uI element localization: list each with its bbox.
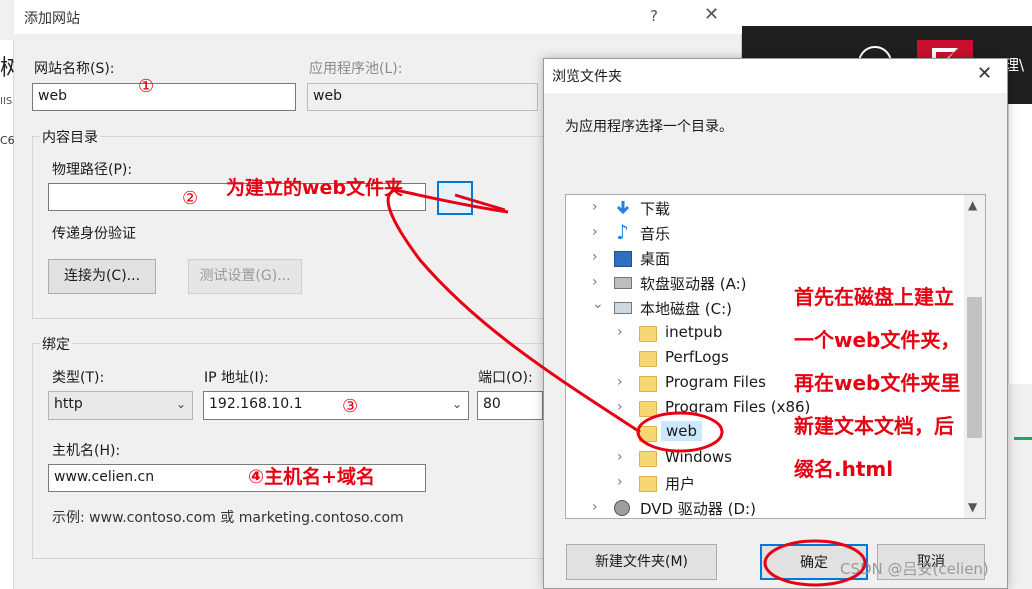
annotation-side-line: 首先在磁盘上建立 bbox=[794, 285, 954, 309]
watermark-text: CSDN @吕安(celien) bbox=[840, 560, 989, 578]
expand-icon[interactable]: › bbox=[617, 374, 623, 390]
tree-item-label: 下载 bbox=[640, 200, 671, 218]
expand-icon[interactable]: › bbox=[592, 274, 598, 290]
scroll-down-icon[interactable]: ▼ bbox=[968, 500, 977, 514]
background-left-c6: C6 bbox=[0, 134, 15, 147]
folder-icon bbox=[639, 401, 657, 417]
app-pool-field: web bbox=[307, 83, 538, 111]
browse-title: 浏览文件夹 bbox=[552, 69, 622, 85]
background-left-iis: IIS bbox=[0, 96, 13, 107]
annotation-side-note: 首先在磁盘上建立 一个web文件夹， 再在web文件夹里 新建文本文档，后 缀名… bbox=[794, 276, 960, 491]
test-settings-button[interactable]: 测试设置(G)... bbox=[188, 259, 302, 294]
annotation-note-2: 为建立的web文件夹 bbox=[226, 177, 404, 199]
floppy-icon bbox=[614, 277, 632, 289]
background-green-indicator bbox=[1014, 437, 1032, 440]
tree-item-downloads[interactable]: › 下载 bbox=[592, 197, 952, 221]
tree-item-label: 软盘驱动器 (A:) bbox=[640, 275, 747, 293]
expand-icon[interactable]: › bbox=[592, 499, 598, 515]
tree-item-label: DVD 驱动器 (D:) bbox=[640, 500, 756, 518]
tree-item-label: 本地磁盘 (C:) bbox=[640, 300, 732, 318]
tree-item-label: inetpub bbox=[665, 323, 723, 341]
port-label: 端口(O): bbox=[478, 370, 533, 386]
expand-icon[interactable]: › bbox=[592, 199, 598, 215]
folder-icon bbox=[639, 426, 657, 442]
disk-icon bbox=[614, 302, 632, 314]
ip-address-label: IP 地址(I): bbox=[204, 370, 269, 386]
connect-as-button[interactable]: 连接为(C)... bbox=[48, 259, 156, 294]
annotation-side-line: 新建文本文档，后 bbox=[794, 414, 954, 438]
expand-icon[interactable]: › bbox=[592, 224, 598, 240]
ip-address-value: 192.168.10.1 bbox=[209, 396, 303, 412]
download-icon bbox=[616, 201, 630, 215]
music-icon: ♪ bbox=[616, 220, 629, 244]
new-folder-button[interactable]: 新建文件夹(M) bbox=[566, 544, 717, 580]
tree-item-label: Program Files bbox=[665, 373, 766, 391]
chevron-down-icon: ⌄ bbox=[175, 397, 186, 411]
annotation-side-line: 一个web文件夹， bbox=[794, 328, 961, 352]
expand-icon[interactable]: › bbox=[617, 324, 623, 340]
hostname-example: 示例: www.contoso.com 或 marketing.contoso.… bbox=[52, 510, 404, 526]
folder-icon bbox=[639, 351, 657, 367]
tree-item-desktop[interactable]: › 桌面 bbox=[592, 247, 952, 271]
expand-icon[interactable]: › bbox=[592, 249, 598, 265]
site-name-input[interactable]: web bbox=[32, 83, 296, 111]
help-button[interactable]: ? bbox=[650, 7, 658, 25]
physical-path-label: 物理路径(P): bbox=[52, 162, 133, 178]
browse-prompt: 为应用程序选择一个目录。 bbox=[565, 119, 733, 135]
annotation-circle-3: ③ bbox=[342, 396, 359, 417]
folder-icon bbox=[639, 476, 657, 492]
scroll-up-icon[interactable]: ▲ bbox=[968, 198, 977, 212]
add-site-title: 添加网站 bbox=[24, 11, 80, 27]
browse-button[interactable] bbox=[437, 181, 473, 215]
annotation-side-line: 缀名.html bbox=[794, 457, 894, 481]
pass-through-auth-label: 传递身份验证 bbox=[52, 226, 136, 242]
content-directory-label: 内容目录 bbox=[40, 127, 100, 147]
dvd-icon bbox=[614, 500, 630, 516]
collapse-icon[interactable]: ⌄ bbox=[592, 296, 604, 312]
site-name-label: 网站名称(S): bbox=[34, 61, 115, 77]
close-icon[interactable]: ✕ bbox=[977, 63, 992, 84]
tree-item-dvd-d[interactable]: › DVD 驱动器 (D:) bbox=[592, 497, 952, 521]
tree-scrollbar-thumb[interactable] bbox=[967, 297, 982, 438]
expand-icon[interactable]: › bbox=[617, 474, 623, 490]
background-titlebar bbox=[742, 0, 1032, 26]
folder-icon bbox=[639, 451, 657, 467]
annotation-circle-2: ② bbox=[182, 188, 199, 209]
background-left-strip bbox=[0, 40, 14, 589]
tree-item-music[interactable]: › ♪ 音乐 bbox=[592, 220, 952, 246]
port-input[interactable]: 80 bbox=[477, 391, 543, 420]
folder-icon bbox=[639, 326, 657, 342]
annotation-circle-1: ① bbox=[138, 76, 155, 97]
type-select-value: http bbox=[54, 396, 83, 412]
hostname-label: 主机名(H): bbox=[52, 443, 121, 459]
annotation-note-4: ④主机名+域名 bbox=[248, 466, 376, 488]
close-icon[interactable]: ✕ bbox=[704, 4, 719, 25]
expand-icon[interactable]: › bbox=[617, 399, 623, 415]
type-select[interactable]: http ⌄ bbox=[48, 391, 193, 420]
tree-item-label: Program Files (x86) bbox=[665, 398, 811, 416]
tree-item-label: web bbox=[661, 421, 703, 441]
ip-address-select[interactable]: 192.168.10.1 ⌄ bbox=[203, 391, 469, 420]
tree-item-label: PerfLogs bbox=[665, 348, 729, 366]
expand-icon[interactable]: › bbox=[617, 449, 623, 465]
binding-label: 绑定 bbox=[40, 334, 72, 354]
annotation-side-line: 再在web文件夹里 bbox=[794, 371, 961, 395]
tree-item-label: 音乐 bbox=[640, 225, 671, 243]
tree-item-label: 桌面 bbox=[640, 250, 671, 268]
app-pool-label: 应用程序池(L): bbox=[309, 61, 403, 77]
add-site-titlebar bbox=[14, 0, 742, 34]
type-label: 类型(T): bbox=[52, 370, 105, 386]
folder-icon bbox=[639, 376, 657, 392]
background-right-panel bbox=[1008, 104, 1032, 384]
desktop-icon bbox=[614, 251, 632, 267]
tree-item-label: 用户 bbox=[665, 475, 696, 493]
chevron-down-icon: ⌄ bbox=[451, 397, 462, 411]
tree-item-label: Windows bbox=[665, 448, 732, 466]
